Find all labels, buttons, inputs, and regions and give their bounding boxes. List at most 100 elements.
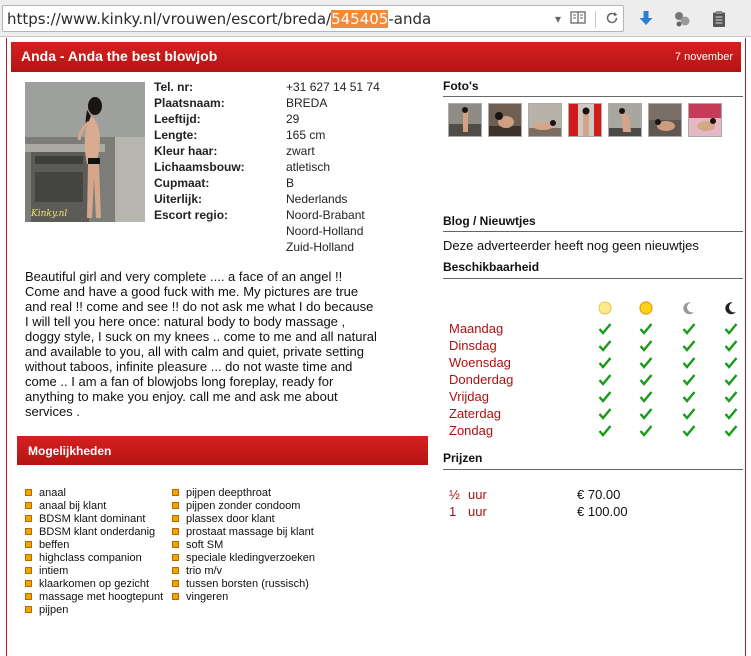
option-label: massage met hoogtepunt <box>39 590 164 603</box>
option-item: pijpen deepthroat <box>172 486 315 499</box>
spec-value: Nederlands <box>286 192 348 206</box>
spec-value: zwart <box>286 144 315 158</box>
price-unit: uur <box>468 487 487 502</box>
spec-row: Tel. nr: +31 627 14 51 74 <box>154 79 406 95</box>
extensions-icon[interactable] <box>670 7 694 31</box>
check-icon <box>598 340 612 352</box>
profile-specs: Tel. nr: +31 627 14 51 74 Plaatsnaam: BREDA… <box>154 79 406 255</box>
photo-thumbnail[interactable] <box>568 103 602 137</box>
browser-toolbar: https://www.kinky.nl/vrouwen/escort/bred… <box>0 0 751 37</box>
check-icon <box>682 323 696 335</box>
spec-row: Leeftijd: 29 <box>154 111 406 127</box>
profile-title: Anda - Anda the best blowjob <box>21 48 218 64</box>
price-quantity: 1 <box>449 504 457 519</box>
option-item: pijpen <box>25 603 163 616</box>
photo-thumbnail[interactable] <box>608 103 642 137</box>
price-amount: € 100.00 <box>577 504 628 519</box>
description-line: doggy style, I suck on my knees .. come … <box>25 329 377 344</box>
url-text: https://www.kinky.nl/vrouwen/escort/bred… <box>7 10 431 28</box>
check-icon <box>639 425 653 437</box>
check-icon <box>682 374 696 386</box>
day-label: Dinsdag <box>449 338 497 353</box>
option-bullet-icon <box>172 567 179 574</box>
option-label: BDSM klant dominant <box>39 512 146 525</box>
option-item: trio m/v <box>172 564 315 577</box>
option-label: trio m/v <box>186 564 223 577</box>
schedule-row: Zaterdag <box>449 406 749 423</box>
url-suffix: -anda <box>388 10 432 28</box>
option-item: massage met hoogtepunt <box>25 590 163 603</box>
spec-label: Tel. nr: <box>154 80 194 94</box>
option-label: tussen borsten (russisch) <box>186 577 309 590</box>
option-bullet-icon <box>25 541 32 548</box>
profile-photo[interactable]: Kinky.nl <box>25 82 145 222</box>
reload-icon[interactable] <box>605 11 619 28</box>
check-icon <box>639 374 653 386</box>
spec-label: Plaatsnaam: <box>154 96 225 110</box>
photo-thumbnail[interactable] <box>688 103 722 137</box>
option-bullet-icon <box>25 489 32 496</box>
address-bar[interactable]: https://www.kinky.nl/vrouwen/escort/bred… <box>2 5 624 32</box>
description-line: services . <box>25 404 80 419</box>
day-label: Zondag <box>449 423 494 438</box>
profile-page: Anda - Anda the best blowjob 7 november … <box>6 38 746 656</box>
day-label: Donderdag <box>449 372 514 387</box>
spec-row: Escort regio: Noord-Brabant <box>154 207 406 223</box>
option-item: beffen <box>25 538 163 551</box>
option-item: BDSM klant onderdanig <box>25 525 163 538</box>
check-icon <box>639 357 653 369</box>
photo-thumbnail[interactable] <box>448 103 482 137</box>
photos-divider <box>443 96 743 97</box>
option-item: speciale kledingverzoeken <box>172 551 315 564</box>
reader-view-icon[interactable] <box>570 11 586 27</box>
option-item: plassex door klant <box>172 512 315 525</box>
download-icon[interactable] <box>634 7 658 31</box>
spec-value: BREDA <box>286 96 328 110</box>
option-label: BDSM klant onderdanig <box>39 525 156 538</box>
spec-label: Leeftijd: <box>154 112 201 126</box>
check-icon <box>598 374 612 386</box>
spec-value: 165 cm <box>286 128 326 142</box>
check-icon <box>639 391 653 403</box>
option-bullet-icon <box>172 580 179 587</box>
option-bullet-icon <box>172 593 179 600</box>
afternoon-sun-icon <box>639 301 653 315</box>
blog-text: Deze adverteerder heeft nog geen nieuwtj… <box>443 238 699 253</box>
photo-thumbnail[interactable] <box>648 103 682 137</box>
check-icon <box>724 391 738 403</box>
photos-heading: Foto's <box>443 79 479 93</box>
option-item: BDSM klant dominant <box>25 512 163 525</box>
spec-row: Uiterlijk: Nederlands <box>154 191 406 207</box>
spec-value: Noord-Brabant <box>286 208 365 222</box>
option-label: highclass companion <box>39 551 142 564</box>
spec-label: Escort regio: <box>154 208 229 222</box>
availability-heading: Beschikbaarheid <box>443 260 540 274</box>
option-item: tussen borsten (russisch) <box>172 577 315 590</box>
check-icon <box>724 425 738 437</box>
clipboard-icon[interactable] <box>707 7 731 31</box>
check-icon <box>724 357 738 369</box>
spec-row: Zuid-Holland <box>154 239 406 255</box>
check-icon <box>598 391 612 403</box>
spec-label: Lengte: <box>154 128 198 142</box>
price-unit: uur <box>468 504 487 519</box>
spec-row: Lichaamsbouw: atletisch <box>154 159 406 175</box>
prices-heading: Prijzen <box>443 451 483 465</box>
day-label: Vrijdag <box>449 389 489 404</box>
check-icon <box>682 408 696 420</box>
description-line: anything to make you enjoy. call me and … <box>25 389 338 404</box>
spec-label: Lichaamsbouw: <box>154 160 245 174</box>
description-line: without taboos, infinite pleasure ... do… <box>25 359 353 374</box>
option-bullet-icon <box>172 528 179 535</box>
dropdown-icon[interactable]: ▾ <box>555 12 561 26</box>
option-label: soft SM <box>186 538 224 551</box>
check-icon <box>724 340 738 352</box>
profile-date: 7 november <box>674 51 733 63</box>
photo-thumbnail[interactable] <box>528 103 562 137</box>
photo-thumbnail[interactable] <box>488 103 522 137</box>
blog-divider <box>443 231 743 232</box>
check-icon <box>639 323 653 335</box>
option-item: klaarkomen op gezicht <box>25 577 163 590</box>
description-line: and available to you, all with calm and … <box>25 344 364 359</box>
spec-value: Noord-Holland <box>286 224 364 238</box>
